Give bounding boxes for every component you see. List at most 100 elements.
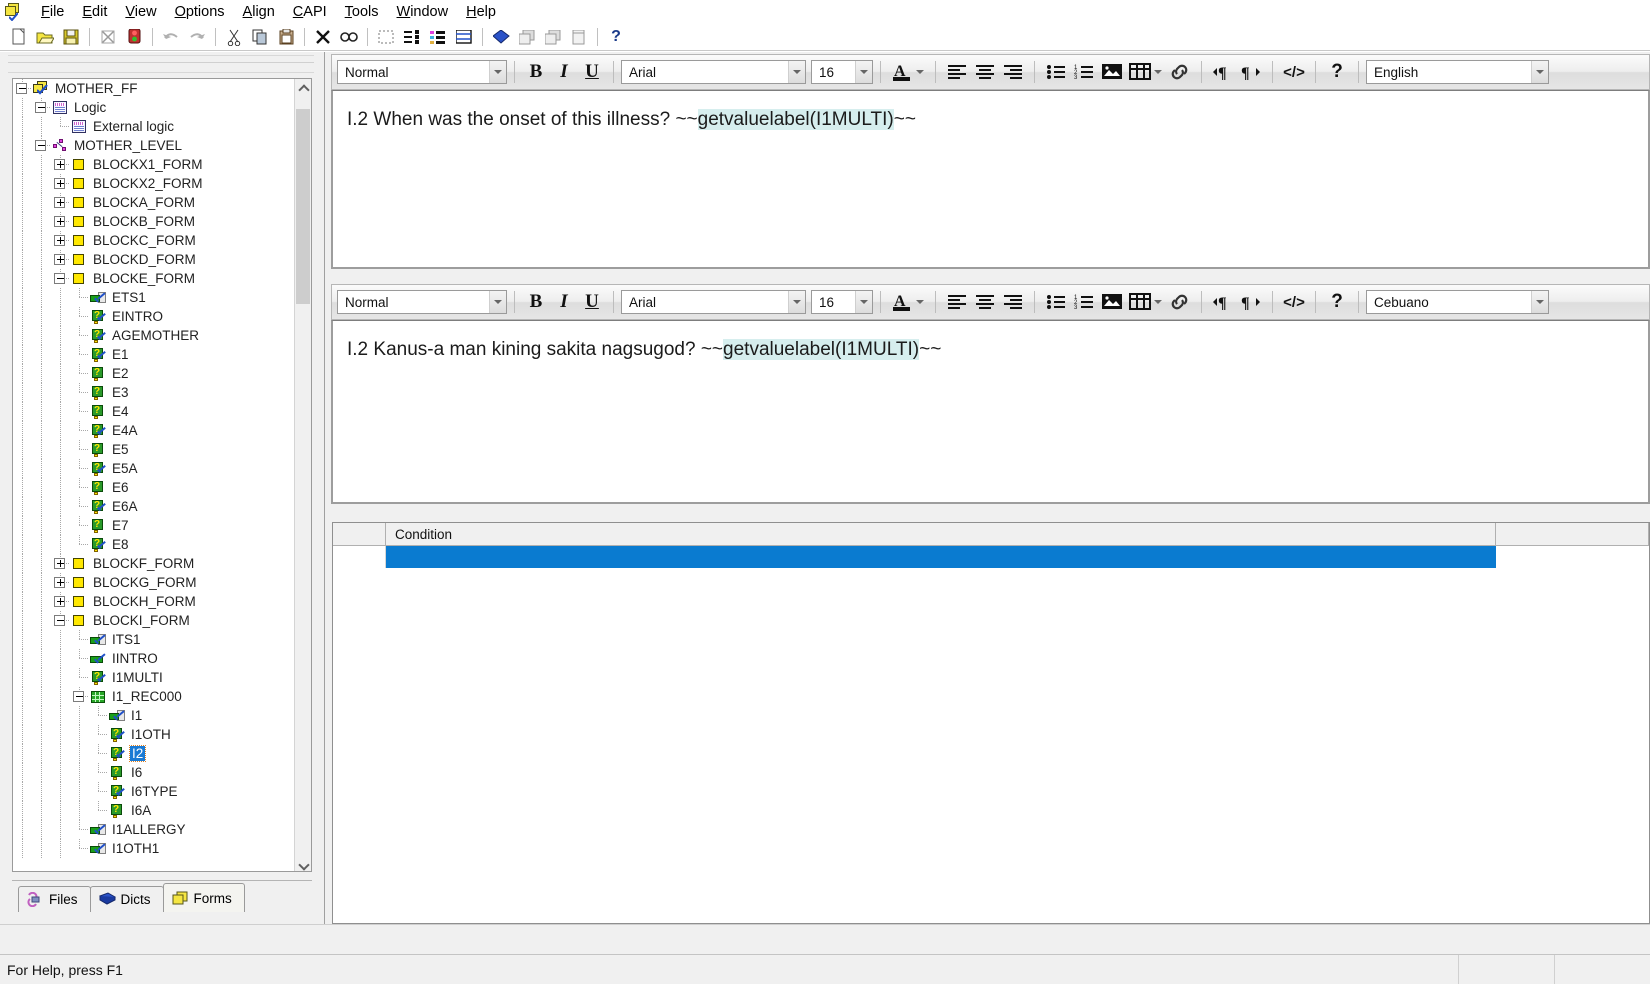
insert-table-icon[interactable] [1126,288,1154,316]
row-gutter[interactable] [333,546,386,568]
tree-expand-toggle[interactable] [51,573,70,592]
tree-expand-toggle[interactable] [51,193,70,212]
form-tree[interactable]: MOTHER_FF Logic External logic MOTHER_LEVEL… [12,78,312,872]
ltr-paragraph-icon[interactable]: ¶ [1209,58,1237,86]
tree-item[interactable]: ? I1OTH [13,725,293,744]
tree-expand-toggle[interactable] [51,155,70,174]
tree-item[interactable]: ETS1 [13,288,293,307]
tree-expand-toggle[interactable] [51,592,70,611]
scroll-up-icon[interactable] [295,79,311,96]
editor-body-cebuano[interactable]: I.2 Kanus-a man kining sakita nagsugod? … [331,320,1650,504]
source-code-icon[interactable]: </> [1280,288,1308,316]
tree-collapse-toggle[interactable] [51,269,70,288]
chevron-down-icon[interactable] [855,291,872,313]
tree-item[interactable]: ? I2 [13,744,293,763]
chevron-down-icon[interactable] [1531,61,1548,83]
tree-item[interactable]: ? E6A [13,497,293,516]
tree-item[interactable]: BLOCKH_FORM [13,592,293,611]
tree-item[interactable]: BLOCKX2_FORM [13,174,293,193]
tree-item[interactable]: ? E1 [13,345,293,364]
question-text-english[interactable]: I.2 When was the onset of this illness? … [333,91,1648,131]
tree-item[interactable]: ? E3 [13,383,293,402]
underline-button-english[interactable]: U [578,58,606,86]
question-text-cebuano[interactable]: I.2 Kanus-a man kining sakita nagsugod? … [333,321,1648,361]
help-icon[interactable]: ? [603,25,629,49]
bold-button-english[interactable]: B [522,58,550,86]
tree-expand-toggle[interactable] [51,250,70,269]
order-items-icon[interactable] [399,25,425,49]
menu-item-file[interactable]: File [32,2,73,22]
align-right-icon[interactable] [999,58,1027,86]
sidebar-item-dicts[interactable]: Dicts [89,886,164,912]
new-icon[interactable] [6,25,32,49]
language-select-english[interactable]: English [1366,60,1549,84]
tree-item[interactable]: ? I6TYPE [13,782,293,801]
sidebar-item-forms[interactable]: Forms [162,883,245,912]
italic-button-cebuano[interactable]: I [550,288,578,316]
align-right-icon[interactable] [999,288,1027,316]
tree-item[interactable]: BLOCKE_FORM [13,269,293,288]
tree-item[interactable]: BLOCKF_FORM [13,554,293,573]
tree-expand-toggle[interactable] [51,231,70,250]
tree-expand-toggle[interactable] [51,212,70,231]
tile-windows-icon[interactable] [514,25,540,49]
tree-item[interactable]: ? I6A [13,801,293,820]
underline-button-cebuano[interactable]: U [578,288,606,316]
ltr-paragraph-icon[interactable]: ¶ [1209,288,1237,316]
tree-item[interactable]: I1OTH1 [13,839,293,858]
rtl-paragraph-icon[interactable]: ¶ [1237,288,1265,316]
tree-item[interactable]: ? E6 [13,478,293,497]
tree-item[interactable]: BLOCKI_FORM [13,611,293,630]
traffic-light-icon[interactable] [121,25,147,49]
align-center-icon[interactable] [971,58,999,86]
tree-collapse-toggle[interactable] [70,687,89,706]
align-left-icon[interactable] [943,288,971,316]
font-color-dropdown-english[interactable] [916,70,928,74]
insert-link-icon[interactable] [1166,58,1194,86]
open-icon[interactable] [32,25,58,49]
insert-table-icon[interactable] [1126,58,1154,86]
save-icon[interactable] [58,25,84,49]
tree-item[interactable]: BLOCKD_FORM [13,250,293,269]
menu-item-align[interactable]: Align [234,2,284,22]
undo-icon[interactable] [158,25,184,49]
numbered-list-icon[interactable]: 123 [1070,58,1098,86]
tree-item[interactable]: ? E7 [13,516,293,535]
rtl-paragraph-icon[interactable]: ¶ [1237,58,1265,86]
bold-button-cebuano[interactable]: B [522,288,550,316]
menu-item-capi[interactable]: CAPI [284,2,336,22]
menu-item-help[interactable]: Help [457,2,505,22]
tree-collapse-toggle[interactable] [32,136,51,155]
insert-image-icon[interactable] [1098,288,1126,316]
menu-item-edit[interactable]: Edit [73,2,116,22]
font-color-button-cebuano[interactable]: A [888,288,916,316]
menu-item-view[interactable]: View [116,2,165,22]
tree-item[interactable]: MOTHER_LEVEL [13,136,293,155]
tree-item[interactable]: BLOCKG_FORM [13,573,293,592]
tree-item[interactable]: BLOCKX1_FORM [13,155,293,174]
form-tree-vertical-scrollbar[interactable] [294,79,311,871]
grid-corner-cell[interactable] [333,523,386,545]
cell-extra[interactable] [1496,546,1649,568]
tree-item[interactable]: External logic [13,117,293,136]
chevron-down-icon[interactable] [788,291,805,313]
copy-icon[interactable] [247,25,273,49]
tree-item[interactable]: ? I1MULTI [13,668,293,687]
paragraph-style-select-english[interactable]: Normal [337,60,507,84]
menu-item-window[interactable]: Window [388,2,458,22]
table-dropdown-english[interactable] [1154,70,1166,74]
editor-help-button-english[interactable]: ? [1323,58,1351,86]
condition-grid[interactable]: Condition [332,522,1650,924]
form-view-icon[interactable] [451,25,477,49]
form-tree-scroll-area[interactable]: MOTHER_FF Logic External logic MOTHER_LEVEL… [13,79,293,871]
tree-collapse-toggle[interactable] [32,98,51,117]
tree-item[interactable]: Logic [13,98,293,117]
tree-item[interactable]: ITS1 [13,630,293,649]
numbered-list-icon[interactable]: 123 [1070,288,1098,316]
colored-list-icon[interactable] [425,25,451,49]
column-header-extra[interactable] [1496,523,1649,545]
redo-icon[interactable] [184,25,210,49]
editor-body-english[interactable]: I.2 When was the onset of this illness? … [331,90,1650,269]
bullet-list-icon[interactable] [1042,288,1070,316]
tree-item[interactable]: I1 [13,706,293,725]
